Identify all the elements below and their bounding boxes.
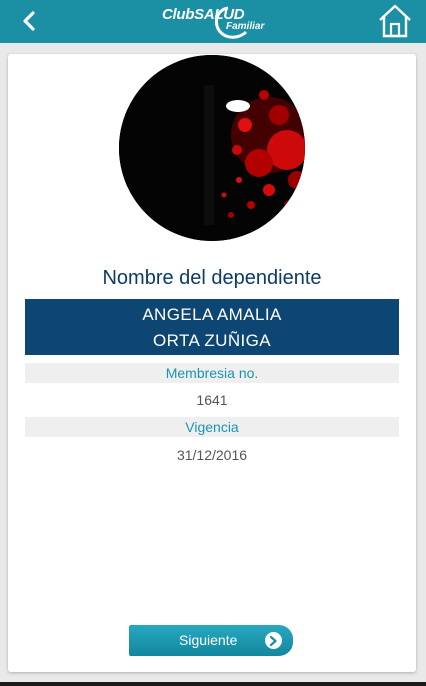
membership-value: 1641	[196, 392, 228, 408]
validity-value: 31/12/2016	[176, 447, 248, 463]
next-button-label: Siguiente	[179, 632, 238, 648]
dependent-card: Nombre del dependiente ANGELA AMALIA ORT…	[8, 54, 416, 672]
membership-label: Membresia no.	[25, 363, 399, 383]
validity-label: Vigencia	[25, 417, 399, 437]
dependent-name-box: ANGELA AMALIA ORTA ZUÑIGA	[25, 299, 399, 355]
home-icon	[379, 4, 411, 38]
dependent-avatar[interactable]	[119, 55, 305, 241]
chevron-right-icon	[265, 632, 282, 649]
chevron-left-icon	[23, 11, 35, 31]
avatar-image	[119, 55, 305, 241]
dependent-title: Nombre del dependiente	[102, 267, 322, 289]
home-button[interactable]	[377, 3, 413, 39]
dependent-first-names: ANGELA AMALIA	[142, 305, 282, 324]
dependent-last-names: ORTA ZUÑIGA	[152, 331, 272, 350]
header-bar: ClubSALUD Familiar	[0, 0, 426, 43]
bottom-divider	[0, 682, 426, 686]
logo-subtext: Familiar	[226, 21, 265, 32]
clubsalud-logo: ClubSALUD Familiar	[160, 4, 270, 40]
next-button[interactable]: Siguiente	[129, 625, 293, 656]
back-button[interactable]	[14, 6, 44, 36]
